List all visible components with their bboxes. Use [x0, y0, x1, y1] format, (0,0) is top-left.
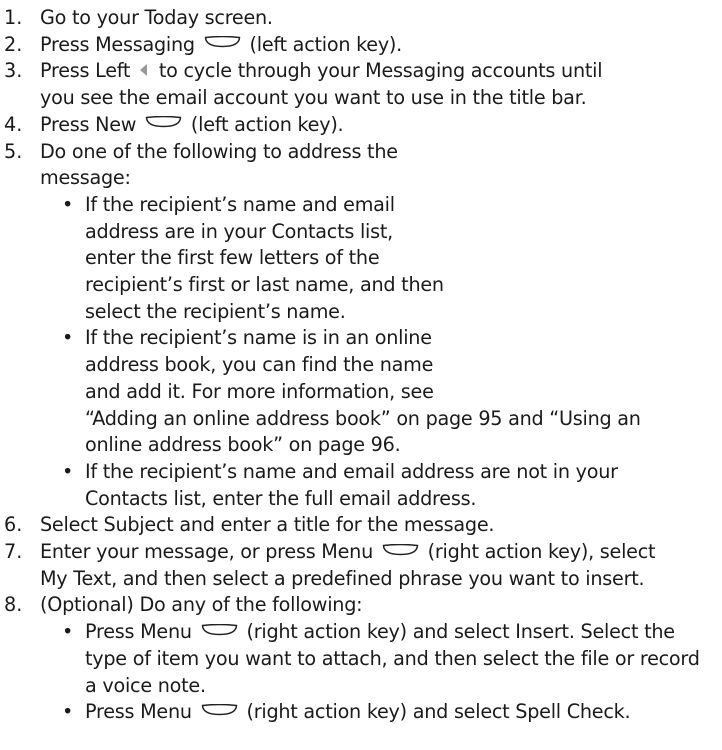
step-number: 8. [4, 593, 23, 617]
step-text-line: Go to your Today screen. [40, 4, 273, 31]
step-number: 4. [4, 112, 23, 136]
bullet-dot: • [62, 326, 74, 350]
action-key-icon [204, 36, 241, 48]
bullet-text-line: Contacts list, enter the full email addr… [85, 486, 477, 510]
text-segment: you see the email account you want to us… [40, 86, 587, 110]
text-segment: Press New [40, 112, 143, 136]
bullet-text-line: and add it. For more information, see [85, 379, 434, 403]
bullet-text-line: “Adding an online address book” on page … [85, 406, 641, 430]
bullet-text-line: address book, you can find the name [85, 353, 434, 377]
step-text-line: Press Messaging (left action key). [40, 31, 402, 58]
action-key-icon [201, 623, 238, 636]
step-number: 5. [4, 139, 23, 163]
bullet-text-line: type of item you want to attach, and the… [85, 646, 700, 670]
step-text-line: you see the email account you want to us… [40, 84, 587, 111]
text-segment: (left action key). [243, 32, 403, 56]
step-number: 1. [4, 6, 23, 29]
bullet-text-line: enter the first few letters of the [85, 246, 380, 270]
left-arrow-icon [140, 63, 148, 76]
text-segment: (right action key) and select Insert. Se… [240, 620, 675, 644]
step-text-line: Do one of the following to address the [40, 138, 398, 165]
text-segment: Go to your Today screen. [40, 6, 273, 29]
step-text-line: Select Subject and enter a title for the… [40, 511, 494, 538]
step-text-line: message: [40, 164, 131, 191]
text-segment: Press Menu [85, 620, 198, 644]
text-segment: My Text, and then select a predefined ph… [40, 566, 645, 590]
action-key-icon [201, 703, 238, 716]
text-segment: Do one of the following to address the [40, 139, 398, 163]
bullet-text-line: online address book” on page 96. [85, 433, 401, 457]
bullet-text-line: If the recipient’s name is in an online [85, 326, 432, 350]
bullet-dot: • [62, 192, 74, 216]
text-segment: Press Messaging [40, 32, 201, 56]
text-segment: (Optional) Do any of the following: [40, 593, 363, 617]
bullet-text-line: If the recipient’s name and email addres… [85, 459, 618, 483]
text-segment: Select Subject and enter a title for the… [40, 513, 495, 537]
step-text-line: Press New (left action key). [40, 111, 344, 138]
bullet-dot: • [62, 700, 74, 724]
step-number: 6. [4, 513, 23, 537]
action-key-icon [145, 116, 182, 128]
bullet-text-line: a voice note. [85, 673, 206, 697]
text-segment: (left action key). [185, 112, 344, 136]
step-text-line: My Text, and then select a predefined ph… [40, 565, 645, 592]
step-text-line: Press Left to cycle through your Messagi… [40, 57, 603, 84]
step-number: 3. [4, 59, 23, 83]
text-segment: to cycle through your Messaging accounts… [153, 59, 603, 83]
bullet-dot: • [62, 620, 74, 644]
text-segment: (right action key) and select Spell Chec… [240, 700, 631, 724]
text-segment: Enter your message, or press Menu [40, 540, 379, 563]
instruction-page: 1. Go to your Today screen. 2. Press Messag… [0, 0, 722, 750]
text-segment: message: [40, 166, 131, 190]
step-number: 2. [4, 32, 23, 56]
bullet-text-line: address are in your Contacts list, [85, 219, 393, 243]
bullet-text-line: select the recipient’s name. [85, 299, 346, 323]
step-number: 7. [4, 540, 23, 563]
step-text-line: (Optional) Do any of the following: [40, 591, 363, 618]
bullet-text-line: Press Menu (right action key) and select… [85, 698, 631, 725]
bullet-text-line: If the recipient’s name and email [85, 192, 395, 216]
action-key-icon [382, 543, 419, 556]
bullet-text-line: recipient’s first or last name, and then [85, 273, 444, 296]
text-segment: (right action key), select [421, 540, 656, 563]
text-segment: Press Left [40, 59, 137, 83]
step-text-line: Enter your message, or press Menu (right… [40, 538, 656, 565]
bullet-dot: • [62, 459, 74, 483]
text-segment: Press Menu [85, 700, 198, 724]
bullet-text-line: Press Menu (right action key) and select… [85, 618, 675, 645]
